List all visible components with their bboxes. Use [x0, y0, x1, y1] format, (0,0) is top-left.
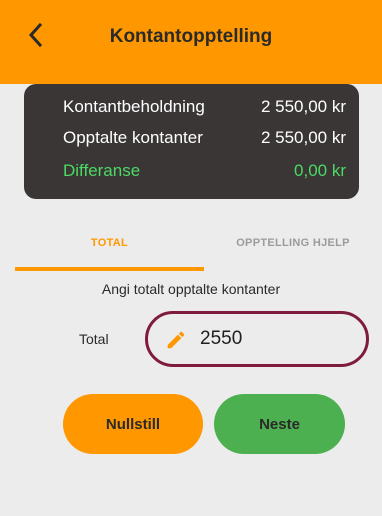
cash-summary-card: Kontantbeholdning 2 550,00 kr Opptalte k… [24, 84, 359, 199]
total-input[interactable]: 2550 [145, 311, 369, 367]
tab-counting-help[interactable]: OPPTELLING HJELP [204, 225, 382, 271]
pencil-icon [167, 331, 185, 349]
page-title: Kontantopptelling [109, 26, 273, 47]
next-button[interactable]: Neste [214, 394, 345, 454]
tab-total[interactable]: TOTAL [15, 225, 204, 271]
summary-row-difference: Differanse 0,00 kr [63, 161, 346, 183]
reset-button[interactable]: Nullstill [63, 394, 203, 454]
total-value: 2550 [200, 328, 243, 349]
summary-row-cash-balance: Kontantbeholdning 2 550,00 kr [63, 97, 346, 119]
total-label: Total [79, 331, 109, 347]
tab-bar: TOTAL OPPTELLING HJELP [0, 225, 382, 273]
summary-value: 2 550,00 kr [260, 97, 346, 116]
summary-label: Kontantbeholdning [63, 97, 205, 116]
app-header: Kontantopptelling [0, 0, 382, 84]
summary-label: Differanse [63, 161, 141, 180]
summary-label: Opptalte kontanter [63, 128, 203, 147]
instruction-text: Angi totalt opptalte kontanter [101, 281, 281, 297]
summary-value: 2 550,00 kr [260, 128, 346, 147]
summary-value: 0,00 kr [294, 161, 346, 180]
tab-indicator [15, 267, 204, 271]
summary-row-counted-cash: Opptalte kontanter 2 550,00 kr [63, 128, 346, 150]
